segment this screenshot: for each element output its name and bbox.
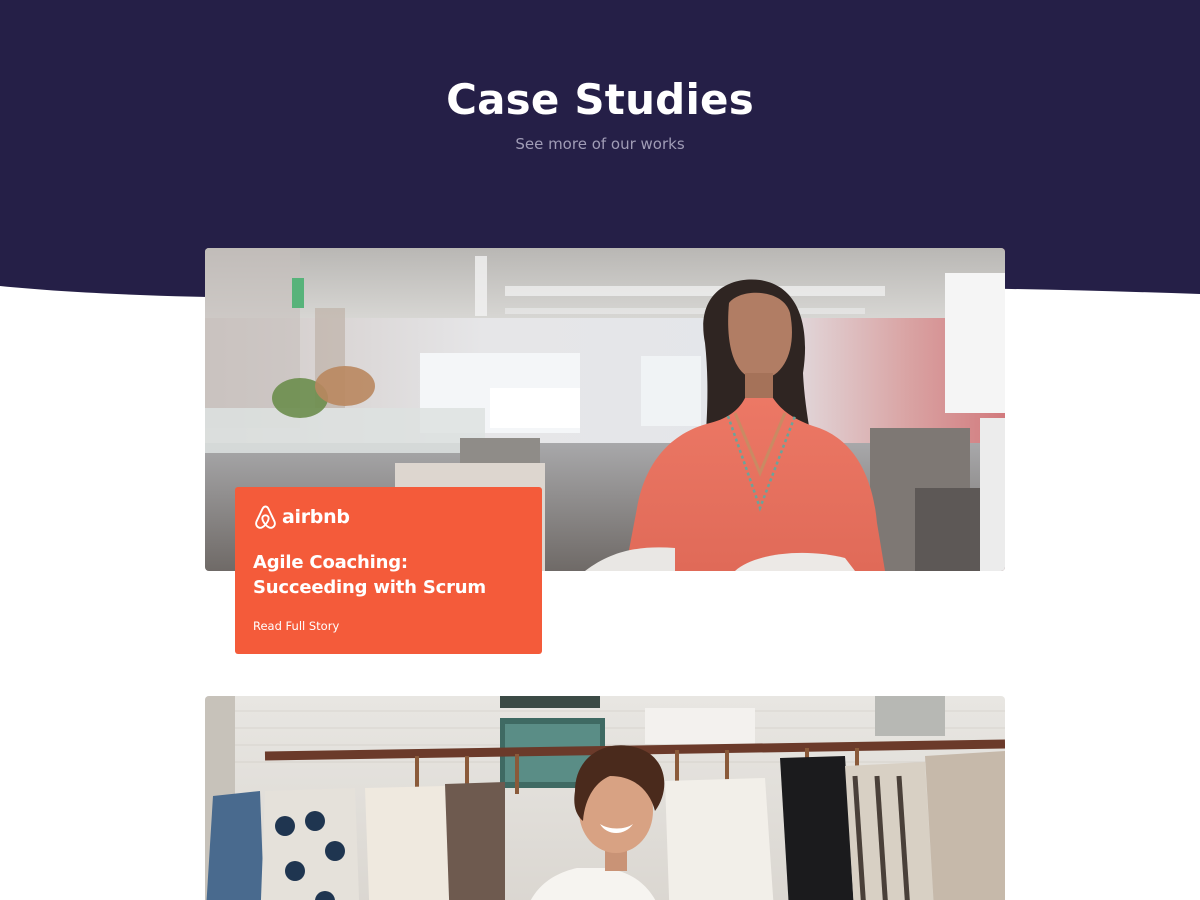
brand-name: airbnb [282,506,350,528]
case-studies-page: Case Studies See more of our works airbn… [0,0,1200,900]
brand-logo: airbnb [253,503,524,531]
case-study-title: Agile Coaching: Succeeding with Scrum [253,552,486,598]
case-study-card[interactable]: airbnb Agile Coaching: Succeeding with S… [205,248,1005,658]
read-full-story-link[interactable]: Read Full Story [253,618,339,634]
page-title: Case Studies [446,75,754,124]
case-study-card[interactable] [205,696,1005,900]
story-overlay: airbnb Agile Coaching: Succeeding with S… [235,487,542,654]
page-subtitle: See more of our works [515,135,685,153]
woman-at-clothing-rack-photo [205,696,1005,900]
airbnb-logo-icon [255,505,276,529]
